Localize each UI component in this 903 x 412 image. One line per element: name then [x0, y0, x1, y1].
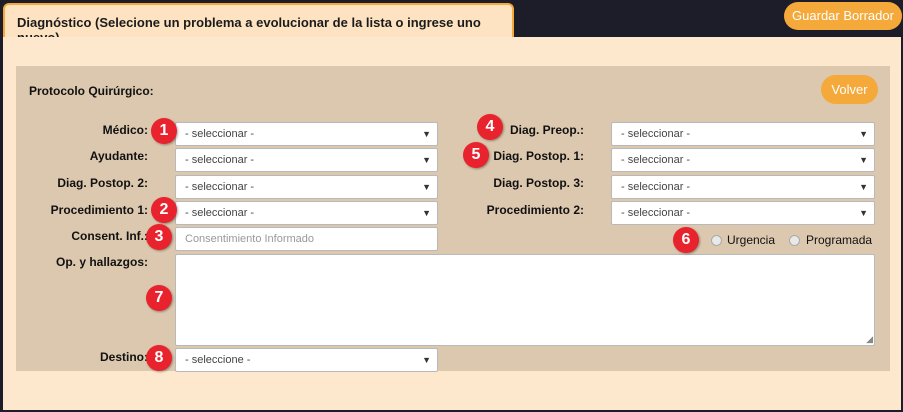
badge-8: 8: [146, 345, 172, 371]
chevron-down-icon: ▼: [422, 355, 431, 365]
op-hallazgos-label: Op. y hallazgos:: [55, 255, 148, 269]
diag-postop-2-label: Diag. Postop. 2:: [57, 176, 148, 190]
procedimiento-2-select-value: - seleccionar -: [621, 207, 691, 219]
chevron-down-icon: ▼: [859, 155, 868, 165]
consent-input[interactable]: Consentimiento Informado: [175, 227, 438, 251]
destino-select-value: - seleccione -: [185, 354, 251, 366]
badge-3: 3: [146, 224, 172, 250]
section-title: Protocolo Quirúrgico:: [29, 84, 154, 98]
medico-label: Médico:: [102, 123, 148, 137]
chevron-down-icon: ▼: [859, 208, 868, 218]
badge-1: 1: [151, 118, 177, 144]
back-button[interactable]: Volver: [821, 75, 878, 104]
consent-label: Consent. Inf.:: [71, 229, 148, 243]
badge-4: 4: [477, 114, 503, 140]
ayudante-label: Ayudante:: [89, 149, 148, 163]
badge-7: 7: [146, 285, 172, 311]
save-draft-button[interactable]: Guardar Borrador: [784, 2, 902, 30]
main-panel: Protocolo Quirúrgico: Volver Médico: - s…: [3, 37, 901, 410]
diag-postop-3-select-value: - seleccionar -: [621, 181, 691, 193]
chevron-down-icon: ▼: [859, 129, 868, 139]
programada-radio[interactable]: [789, 235, 800, 246]
diag-postop-2-select-value: - seleccionar -: [185, 181, 255, 193]
diag-postop-1-select[interactable]: - seleccionar - ▼: [611, 148, 875, 172]
destino-label: Destino:: [100, 350, 148, 364]
badge-5: 5: [463, 142, 489, 168]
urgencia-radio[interactable]: [711, 235, 722, 246]
diag-postop-3-label: Diag. Postop. 3:: [493, 176, 584, 190]
diagnostico-tab[interactable]: Diagnóstico (Selecione un problema a evo…: [3, 3, 514, 45]
programada-label: Programada: [806, 233, 873, 247]
chevron-down-icon: ▼: [859, 182, 868, 192]
destino-select[interactable]: - seleccione - ▼: [175, 348, 438, 372]
resize-grip-icon[interactable]: ◢: [866, 335, 873, 344]
op-hallazgos-textarea[interactable]: ◢: [175, 254, 875, 346]
badge-6: 6: [673, 227, 699, 253]
ayudante-select-value: - seleccionar -: [185, 154, 255, 166]
diag-preop-select-value: - seleccionar -: [621, 128, 691, 140]
procedimiento-1-label: Procedimiento 1:: [50, 203, 148, 217]
diag-preop-select[interactable]: - seleccionar - ▼: [611, 122, 875, 146]
procedimiento-2-label: Procedimiento 2:: [486, 203, 584, 217]
urgencia-label: Urgencia: [727, 233, 776, 247]
procedimiento-1-select-value: - seleccionar -: [185, 207, 255, 219]
badge-2: 2: [151, 197, 177, 223]
diag-postop-1-select-value: - seleccionar -: [621, 154, 691, 166]
procedimiento-2-select[interactable]: - seleccionar - ▼: [611, 201, 875, 225]
diag-postop-3-select[interactable]: - seleccionar - ▼: [611, 175, 875, 199]
surgical-protocol-section: Protocolo Quirúrgico: Volver Médico: - s…: [16, 66, 890, 372]
medico-select-value: - seleccionar -: [185, 128, 255, 140]
